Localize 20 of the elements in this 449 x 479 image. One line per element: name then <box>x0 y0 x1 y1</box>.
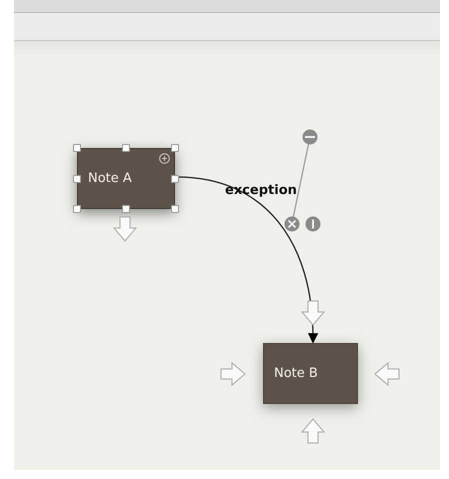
resize-handle[interactable] <box>73 174 81 182</box>
note-card[interactable]: Note A <box>77 148 175 209</box>
info-icon[interactable] <box>305 216 321 232</box>
resize-handle[interactable] <box>73 144 81 152</box>
arrow-icon[interactable] <box>219 360 247 388</box>
resize-handle[interactable] <box>122 205 130 213</box>
plus-icon[interactable] <box>159 153 170 164</box>
connector-arrow[interactable] <box>176 176 318 344</box>
minus-icon[interactable] <box>302 129 318 145</box>
resize-handle[interactable] <box>171 144 179 152</box>
resize-handle[interactable] <box>171 174 179 182</box>
resize-handle[interactable] <box>73 205 81 213</box>
close-icon[interactable] <box>284 216 300 232</box>
arrow-icon[interactable] <box>373 360 401 388</box>
arrow-icon[interactable] <box>299 299 327 327</box>
arrow-icon[interactable] <box>111 215 139 243</box>
resize-handle[interactable] <box>122 144 130 152</box>
note-card[interactable]: Note B <box>263 343 358 404</box>
arrow-icon[interactable] <box>299 417 327 445</box>
resize-handle[interactable] <box>171 205 179 213</box>
